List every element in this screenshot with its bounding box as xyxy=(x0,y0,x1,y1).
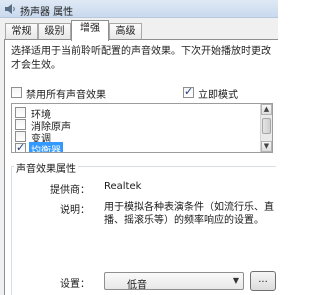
disable-all-effects-checkbox[interactable] xyxy=(11,87,22,98)
enhancements-description: 选择适用于当前聆听配置的声音效果。下次开始播放时更改才会生效。 xyxy=(11,46,271,71)
effect-checkbox-voice-cancellation[interactable] xyxy=(15,119,26,130)
more-settings-button[interactable]: ... xyxy=(250,271,276,291)
effects-scrollbar[interactable]: ▲ ▼ xyxy=(260,104,272,152)
title-bar: 扬声器 属性 xyxy=(0,0,278,18)
chevron-down-icon: ▼ xyxy=(232,276,239,285)
scroll-up-icon[interactable]: ▲ xyxy=(261,104,272,115)
provider-key: 提供商： xyxy=(50,185,90,196)
immediate-mode-label: 立即模式 xyxy=(198,90,238,101)
tab-strip: 常规 级别 增强 高级 xyxy=(0,18,278,41)
effect-label: 均衡器 xyxy=(29,142,63,152)
tab-advanced[interactable]: 高级 xyxy=(109,23,142,40)
list-item[interactable]: 消除原声 xyxy=(15,119,255,133)
tab-general[interactable]: 常规 xyxy=(5,23,38,40)
list-item[interactable]: 均衡器 xyxy=(15,141,255,152)
tab-enhancements[interactable]: 增强 xyxy=(71,20,109,41)
disable-all-effects-label: 禁用所有声音效果 xyxy=(26,90,106,101)
description-key: 说明： xyxy=(60,205,90,216)
immediate-mode-checkbox[interactable] xyxy=(183,85,194,98)
settings-dropdown[interactable]: 低音 ▼ xyxy=(104,272,244,291)
effects-list[interactable]: 环境 消除原声 变调 均衡器 ▲ ▼ xyxy=(11,103,273,153)
description-value: 用于模拟各种表演条件（如流行乐、直播、摇滚乐等）的频率响应的设置。 xyxy=(104,202,274,226)
scroll-thumb[interactable] xyxy=(262,118,271,134)
speaker-properties-window: 扬声器 属性 常规 级别 增强 高级 选择适用于当前聆听配置的声音效果。下次开始… xyxy=(0,0,278,295)
effect-properties-group-label: 声音效果属性 xyxy=(14,160,78,175)
settings-key: 设置： xyxy=(60,279,90,290)
effect-checkbox-environment[interactable] xyxy=(15,107,26,118)
provider-value: Realtek xyxy=(104,181,142,192)
tab-levels[interactable]: 级别 xyxy=(38,23,71,40)
settings-selected-value: 低音 xyxy=(127,280,147,291)
scroll-down-icon[interactable]: ▼ xyxy=(261,141,272,152)
effect-checkbox-equalizer[interactable] xyxy=(15,141,26,152)
speaker-icon xyxy=(5,4,15,14)
window-title: 扬声器 属性 xyxy=(20,7,74,18)
